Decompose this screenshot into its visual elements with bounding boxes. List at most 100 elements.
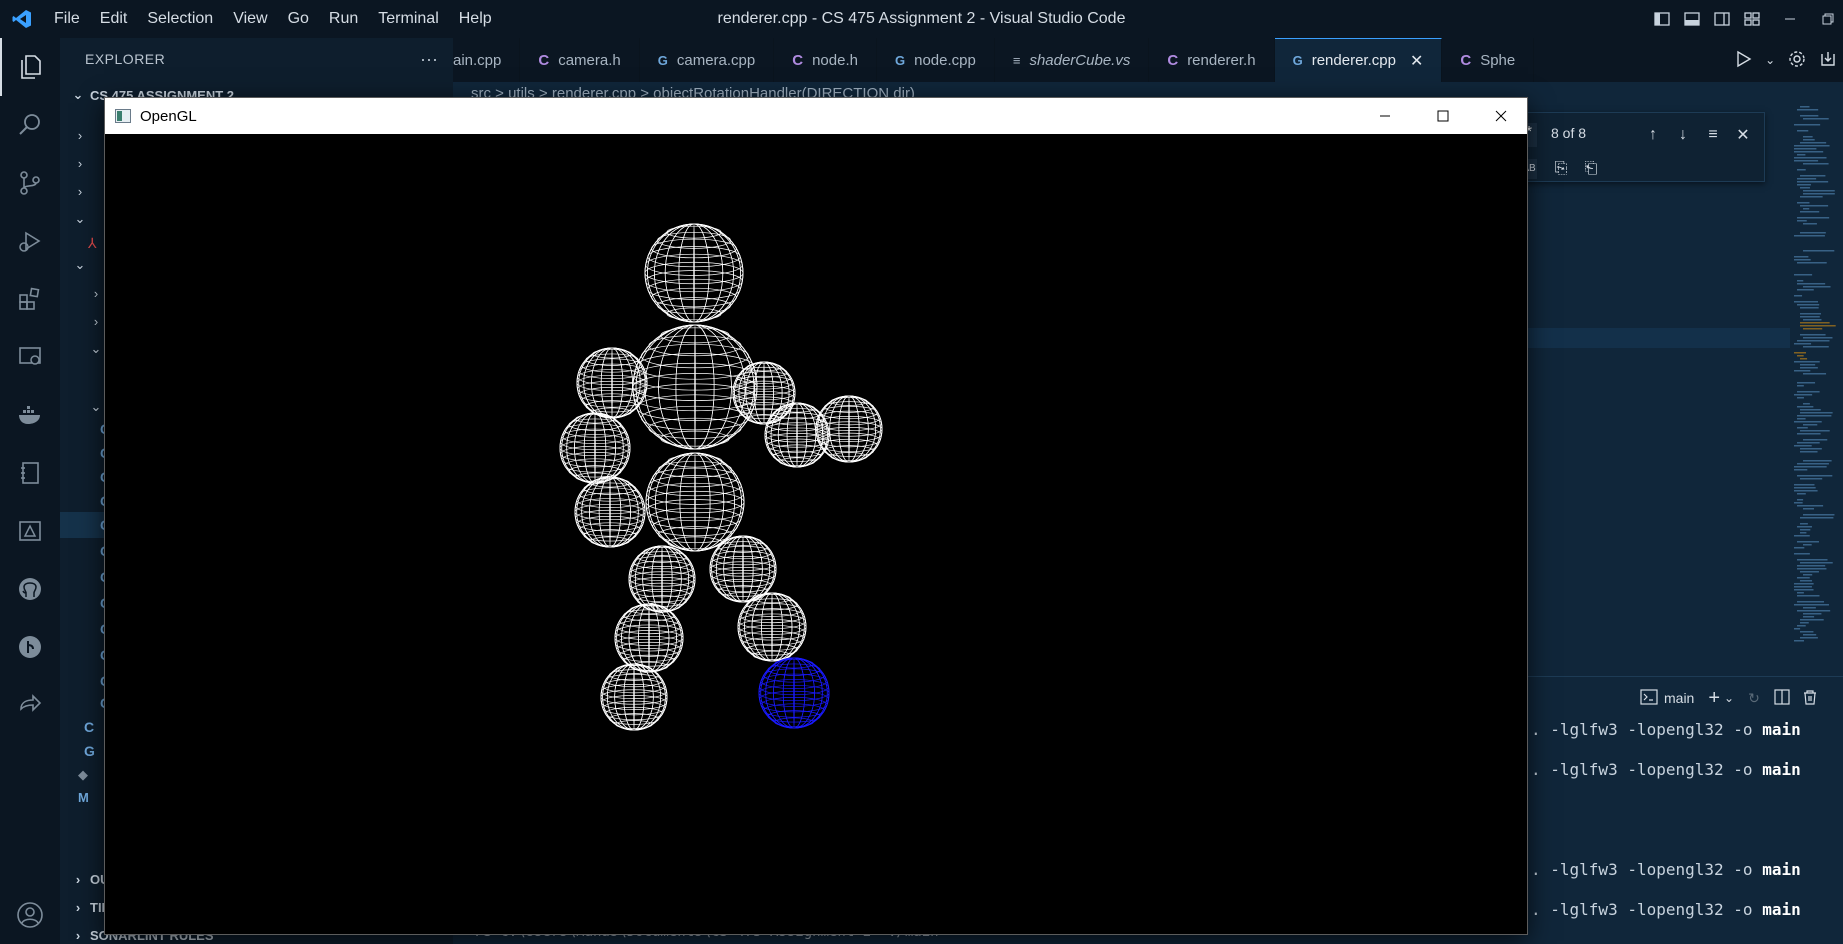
sphere-right-upper-arm [764, 402, 830, 468]
tab-shadercube-vs[interactable]: ≡ shaderCube.vs [995, 38, 1150, 82]
tab-label: camera.cpp [676, 51, 756, 69]
sidebar-title: EXPLORER [85, 51, 166, 67]
terminal-toolbar: main + ⌄ ↻ [1640, 686, 1843, 710]
terminal-line-text: . -lglfw3 -lopengl32 -o [1531, 900, 1763, 919]
chevron-down-icon[interactable]: ⌄ [1765, 53, 1775, 67]
opengl-title-bar[interactable]: OpenGL [105, 98, 1527, 134]
tab-node-h[interactable]: C node.h [774, 38, 877, 82]
close-icon[interactable]: ✕ [1410, 51, 1423, 71]
split-terminal-icon[interactable] [1774, 688, 1790, 708]
extensions-icon[interactable] [0, 270, 60, 328]
tab-main-cpp[interactable]: ain.cpp [453, 38, 521, 82]
find-in-selection-icon[interactable]: ≡ [1701, 123, 1725, 147]
chevron-down-icon: ⌄ [72, 87, 84, 102]
vscode-restore-icon[interactable] [1813, 0, 1843, 38]
chevron-right-icon: › [77, 127, 83, 143]
terminal-line-text: . -lglfw3 -lopengl32 -o [1531, 860, 1763, 879]
menu-terminal[interactable]: Terminal [368, 0, 448, 38]
trash-icon[interactable] [1802, 689, 1818, 708]
source-control-icon[interactable] [0, 154, 60, 212]
sphere-right-foot [758, 657, 830, 729]
close-window-icon[interactable] [1472, 98, 1530, 134]
account-icon[interactable] [0, 886, 60, 944]
terminal-line: . -lglfw3 -lopengl32 -o main [1531, 760, 1801, 779]
cpp-file-icon: G [84, 743, 95, 759]
explorer-icon[interactable] [0, 38, 60, 96]
find-widget: * 8 of 8 ↑ ↓ ≡ ✕ AB ⎘ ⎗ [1520, 112, 1765, 182]
toggle-secondary-sidebar-icon[interactable] [1707, 0, 1737, 38]
chevron-down-icon: ⌄ [74, 257, 86, 272]
vscode-minimize-icon[interactable] [1767, 0, 1813, 38]
more-actions-icon[interactable]: ··· [420, 49, 438, 70]
tab-node-cpp[interactable]: G node.cpp [877, 38, 995, 82]
replace-icon[interactable]: ⎘ [1549, 157, 1573, 181]
github-icon[interactable] [0, 560, 60, 618]
sphere-right-shoulder [732, 361, 796, 425]
c-file-icon: C [84, 719, 95, 735]
menu-edit[interactable]: Edit [90, 0, 138, 38]
menu-view[interactable]: View [223, 0, 277, 38]
terminal-line: . -lglfw3 -lopengl32 -o main [1531, 860, 1801, 879]
remote-explorer-icon[interactable] [0, 328, 60, 386]
minimap[interactable] [1792, 104, 1843, 644]
notebook-icon[interactable] [0, 444, 60, 502]
menu-run[interactable]: Run [319, 0, 368, 38]
toggle-panel-icon[interactable] [1677, 0, 1707, 38]
maximize-icon[interactable] [1414, 98, 1472, 134]
sphere-head [644, 223, 744, 323]
menu-selection[interactable]: Selection [137, 0, 223, 38]
tab-label: renderer.h [1187, 51, 1256, 69]
run-debug-icon[interactable] [0, 212, 60, 270]
cpp-file-icon: G [1292, 53, 1303, 68]
tab-label: Sphe [1480, 51, 1516, 69]
azure-icon[interactable] [0, 502, 60, 560]
opengl-viewport[interactable] [105, 134, 1527, 934]
replace-all-icon[interactable]: ⎗ [1579, 157, 1603, 181]
title-bar: File Edit Selection View Go Run Terminal… [0, 0, 1843, 38]
menu-bar: File Edit Selection View Go Run Terminal… [44, 0, 502, 38]
docker-icon[interactable] [0, 386, 60, 444]
c-header-icon: C [1460, 51, 1472, 69]
close-find-icon[interactable]: ✕ [1731, 123, 1755, 147]
tab-renderer-h[interactable]: C renderer.h [1149, 38, 1275, 82]
live-share-icon[interactable] [0, 676, 60, 734]
tab-camera-cpp[interactable]: G camera.cpp [640, 38, 775, 82]
cpp-file-icon: G [894, 52, 906, 68]
split-editor-icon[interactable] [1819, 50, 1837, 71]
search-icon[interactable] [0, 96, 60, 154]
terminal-line-bold: main [1762, 860, 1801, 879]
find-match-count: 8 of 8 [1551, 125, 1587, 141]
rerun-icon[interactable]: ↻ [1748, 690, 1760, 707]
chevron-down-icon: ⌄ [74, 211, 86, 226]
sphere-left-shoulder [576, 347, 648, 419]
chevron-down-icon[interactable]: ⌄ [1724, 691, 1734, 705]
menu-go[interactable]: Go [278, 0, 319, 38]
vscode-logo-icon[interactable] [0, 0, 44, 38]
editor-tab-bar: ain.cpp C camera.h G camera.cpp C node.h… [453, 38, 1843, 82]
minimize-icon[interactable] [1356, 98, 1414, 134]
sphere-hip [645, 452, 745, 552]
gitlens-icon[interactable] [0, 618, 60, 676]
previous-match-icon[interactable]: ↑ [1641, 123, 1665, 147]
terminal-line-bold: main [1762, 900, 1801, 919]
terminal-shell-label[interactable]: main [1664, 690, 1694, 706]
sphere-left-foot [600, 663, 668, 731]
tab-label: renderer.cpp [1311, 52, 1396, 69]
opengl-window[interactable]: OpenGL [104, 97, 1528, 935]
new-terminal-icon[interactable]: + [1708, 687, 1720, 710]
sphere-left-upper-arm [559, 412, 631, 484]
run-icon[interactable] [1734, 50, 1752, 71]
tab-renderer-cpp[interactable]: G renderer.cpp ✕ [1274, 38, 1443, 82]
tab-sphere[interactable]: C Sphe [1442, 38, 1535, 82]
gear-icon[interactable] [1788, 50, 1806, 71]
next-match-icon[interactable]: ↓ [1671, 123, 1695, 147]
customize-layout-icon[interactable] [1737, 0, 1767, 38]
tab-camera-h[interactable]: C camera.h [520, 38, 640, 82]
chevron-right-icon: › [77, 183, 83, 199]
sphere-torso [632, 324, 758, 450]
opengl-window-title: OpenGL [140, 107, 197, 125]
menu-file[interactable]: File [44, 0, 90, 38]
menu-help[interactable]: Help [449, 0, 502, 38]
tab-label: node.h [812, 51, 858, 69]
toggle-primary-sidebar-icon[interactable] [1647, 0, 1677, 38]
